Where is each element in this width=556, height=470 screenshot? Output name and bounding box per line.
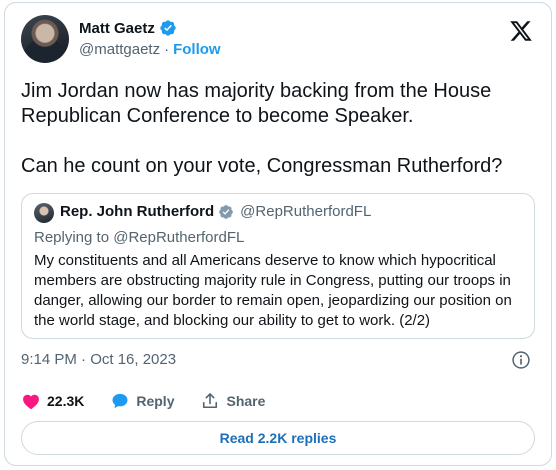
replying-to: Replying to @RepRutherfordFL [34, 229, 245, 246]
quoted-tweet[interactable]: Rep. John Rutherford @RepRutherfordFL Re… [21, 193, 535, 339]
tweet-text: Jim Jordan now has majority backing from… [21, 80, 503, 177]
tweet-timestamp[interactable]: 9:14 PM · Oct 16, 2023 [21, 351, 176, 368]
reply-label: Reply [136, 393, 175, 409]
heart-icon [23, 394, 39, 410]
author-handle[interactable]: @mattgaetz [79, 41, 160, 58]
read-replies-button[interactable]: Read 2.2K replies [21, 421, 535, 455]
quoted-author-name: Rep. John Rutherford [60, 203, 215, 220]
like-button[interactable]: 22.3K [21, 391, 84, 411]
verified-badge-gray-icon [219, 204, 234, 219]
tweet-card: Matt Gaetz @mattgaetz · Follow Jim Jorda… [4, 2, 552, 466]
share-button[interactable]: Share [200, 391, 265, 411]
tweet-header: Matt Gaetz @mattgaetz · Follow [21, 15, 535, 65]
follow-button[interactable]: Follow [173, 41, 221, 58]
speech-bubble-icon [112, 393, 128, 409]
upload-arrow-icon [203, 393, 218, 409]
action-bar: 22.3K Reply Share [21, 390, 291, 412]
separator-dot: · [164, 41, 170, 58]
share-label: Share [226, 393, 266, 409]
verified-badge-icon [160, 20, 176, 36]
author-name-row: Matt Gaetz [79, 19, 177, 37]
quoted-tweet-text: My constituents and all Americans deserv… [34, 252, 512, 329]
author-name[interactable]: Matt Gaetz [79, 20, 155, 37]
x-logo-icon[interactable] [509, 19, 533, 43]
info-icon[interactable] [511, 350, 531, 370]
quoted-author-row: Rep. John Rutherford @RepRutherfordFL [60, 203, 371, 220]
author-avatar[interactable] [21, 15, 69, 63]
author-handle-row: @mattgaetz · Follow [79, 41, 221, 58]
quoted-author-handle: @RepRutherfordFL [240, 203, 372, 220]
quoted-author-avatar [34, 203, 54, 223]
like-count: 22.3K [47, 393, 85, 409]
reply-button[interactable]: Reply [110, 391, 174, 411]
